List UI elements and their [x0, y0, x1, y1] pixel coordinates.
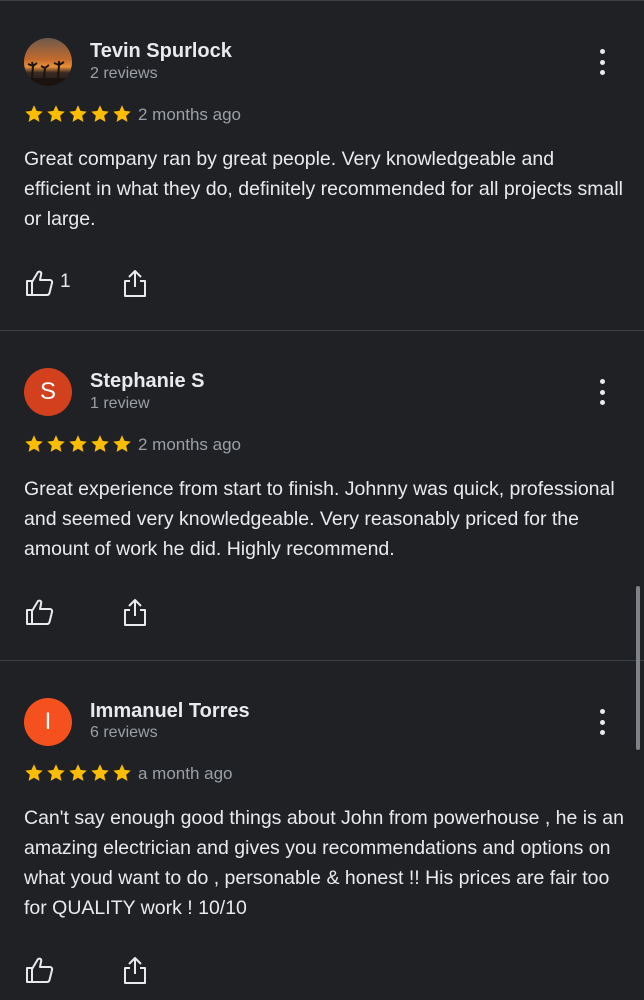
- reviewer-review-count: 2 reviews: [90, 65, 158, 82]
- review-divider: [0, 660, 644, 661]
- star-icon: [25, 435, 43, 452]
- star-icon: [69, 435, 87, 452]
- star-rating: [24, 434, 132, 454]
- star-icon: [113, 764, 131, 781]
- review-divider: [0, 330, 644, 331]
- share-icon[interactable]: [122, 268, 148, 298]
- share-icon[interactable]: [122, 597, 148, 627]
- avatar-letter: I: [44, 708, 52, 735]
- reviewer-review-count: 6 reviews: [90, 724, 158, 741]
- star-rating: [24, 763, 132, 783]
- thumbs-up-icon[interactable]: [24, 955, 54, 985]
- share-icon[interactable]: [122, 955, 148, 985]
- reviewer-avatar[interactable]: I: [24, 698, 72, 746]
- review-date: 2 months ago: [138, 435, 242, 454]
- review-text: Can't say enough good things about John …: [24, 807, 624, 919]
- more-options-button[interactable]: [590, 377, 614, 407]
- star-icon: [91, 105, 109, 122]
- star-icon: [91, 435, 109, 452]
- star-icon: [113, 105, 131, 122]
- reviewer-name[interactable]: Immanuel Torres: [90, 700, 250, 723]
- star-icon: [47, 105, 65, 122]
- star-icon: [69, 764, 87, 781]
- review-date: a month ago: [138, 764, 233, 783]
- star-icon: [69, 105, 87, 122]
- thumbs-up-icon[interactable]: [24, 268, 54, 298]
- review-text: Great company ran by great people. Very …: [24, 148, 624, 230]
- like-count: 1: [60, 271, 71, 292]
- more-options-button[interactable]: [590, 707, 614, 737]
- reviewer-review-count: 1 review: [90, 395, 150, 412]
- star-icon: [47, 764, 65, 781]
- palm-silhouette-icon: [24, 61, 72, 86]
- reviewer-name[interactable]: Stephanie S: [90, 370, 204, 393]
- star-icon: [25, 764, 43, 781]
- star-icon: [91, 764, 109, 781]
- more-options-button[interactable]: [590, 47, 614, 77]
- star-icon: [47, 435, 65, 452]
- top-divider: [0, 0, 644, 1]
- star-icon: [25, 105, 43, 122]
- review-date: 2 months ago: [138, 105, 242, 124]
- reviewer-name[interactable]: Tevin Spurlock: [90, 40, 232, 63]
- avatar-letter: S: [39, 378, 56, 405]
- star-rating: [24, 104, 132, 124]
- thumbs-up-icon[interactable]: [24, 597, 54, 627]
- scrollbar-thumb[interactable]: [636, 586, 640, 750]
- reviewer-avatar[interactable]: S: [24, 368, 72, 416]
- review-text: Great experience from start to finish. J…: [24, 478, 615, 560]
- reviewer-avatar-photo[interactable]: [24, 38, 72, 86]
- star-icon: [113, 435, 131, 452]
